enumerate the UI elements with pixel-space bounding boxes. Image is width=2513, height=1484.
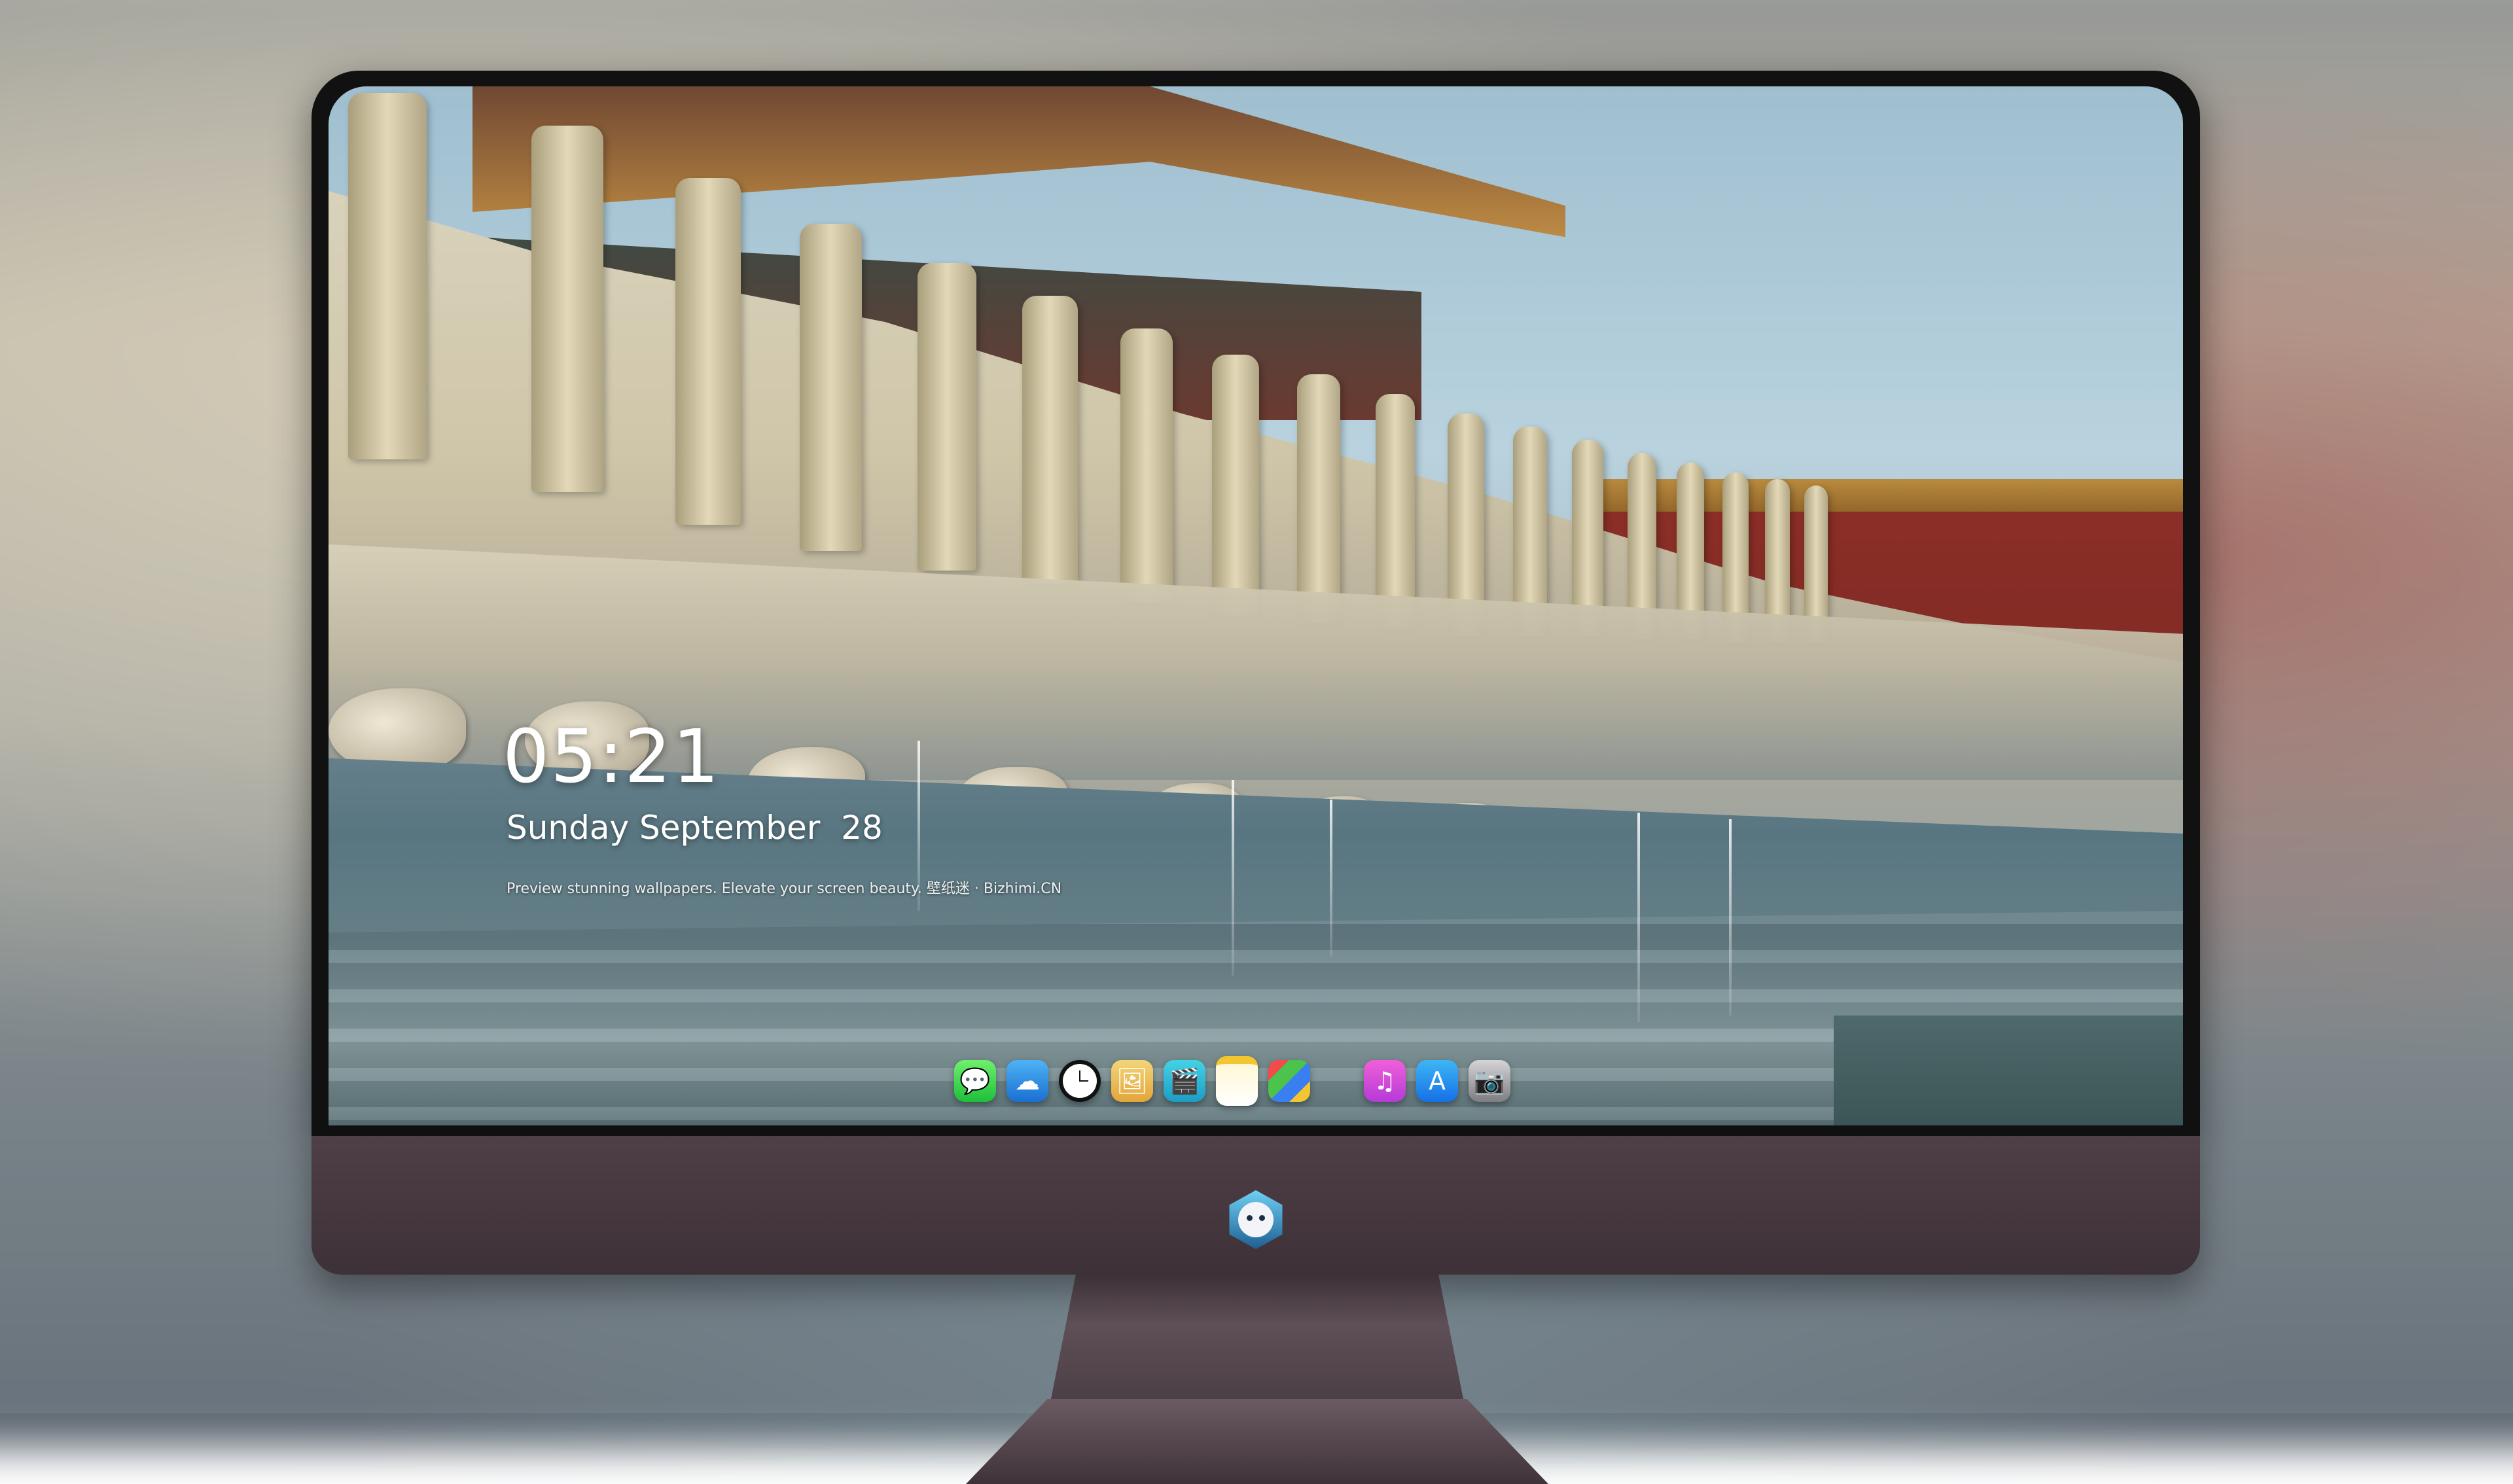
lockscreen-time: 05:21 bbox=[503, 715, 721, 800]
balustrade-post bbox=[1120, 328, 1173, 603]
monitor-stand-neck bbox=[1051, 1275, 1463, 1399]
preview-icon[interactable]: 🖼 bbox=[1111, 1060, 1153, 1102]
notes-icon[interactable] bbox=[1216, 1056, 1258, 1106]
weather-icon[interactable]: ☁ bbox=[1007, 1060, 1048, 1102]
messages-icon[interactable]: 💬 bbox=[954, 1060, 996, 1102]
dock: 💬 ☁ 🖼 🎬 ♫ A 📷 bbox=[954, 1056, 1510, 1106]
balustrade-post bbox=[918, 263, 976, 571]
balustrade-post bbox=[1212, 355, 1259, 616]
water-stream bbox=[1729, 819, 1732, 1016]
mascot-logo bbox=[1224, 1188, 1287, 1251]
clock-hand bbox=[1079, 1080, 1088, 1082]
clock-icon[interactable] bbox=[1059, 1060, 1101, 1102]
logo-face bbox=[1238, 1202, 1274, 1237]
balustrade-post bbox=[800, 224, 862, 551]
balustrade-post bbox=[675, 178, 741, 525]
app-store-icon[interactable]: A bbox=[1416, 1060, 1458, 1102]
clock-face bbox=[1063, 1064, 1097, 1098]
balustrade-post bbox=[531, 126, 603, 492]
monitor-chin bbox=[312, 1136, 2200, 1275]
balustrade-post bbox=[1297, 374, 1340, 623]
monitor: 05:21 Sunday September 28 Preview stunni… bbox=[312, 71, 2200, 1275]
monitor-bezel: 05:21 Sunday September 28 Preview stunni… bbox=[312, 71, 2200, 1136]
balustrade-post bbox=[348, 93, 427, 459]
music-icon[interactable]: ♫ bbox=[1364, 1060, 1406, 1102]
balustrade-post bbox=[1022, 296, 1078, 584]
wet-courtyard bbox=[1834, 1016, 2183, 1125]
camera-icon[interactable]: 📷 bbox=[1469, 1060, 1510, 1102]
water-stream bbox=[1330, 800, 1332, 957]
clock-hand bbox=[1079, 1070, 1080, 1081]
monitor-stand-base bbox=[966, 1399, 1548, 1484]
logo-hexagon bbox=[1226, 1190, 1285, 1249]
video-icon[interactable]: 🎬 bbox=[1164, 1060, 1205, 1102]
water-stream bbox=[1232, 780, 1234, 976]
balustrade-post bbox=[1376, 394, 1415, 629]
lockscreen-date: Sunday September 28 bbox=[507, 809, 883, 847]
photos-icon[interactable] bbox=[1268, 1060, 1310, 1102]
water-stream bbox=[1637, 813, 1640, 1022]
screen: 05:21 Sunday September 28 Preview stunni… bbox=[329, 86, 2183, 1125]
lockscreen-tagline: Preview stunning wallpapers. Elevate you… bbox=[507, 877, 1061, 898]
